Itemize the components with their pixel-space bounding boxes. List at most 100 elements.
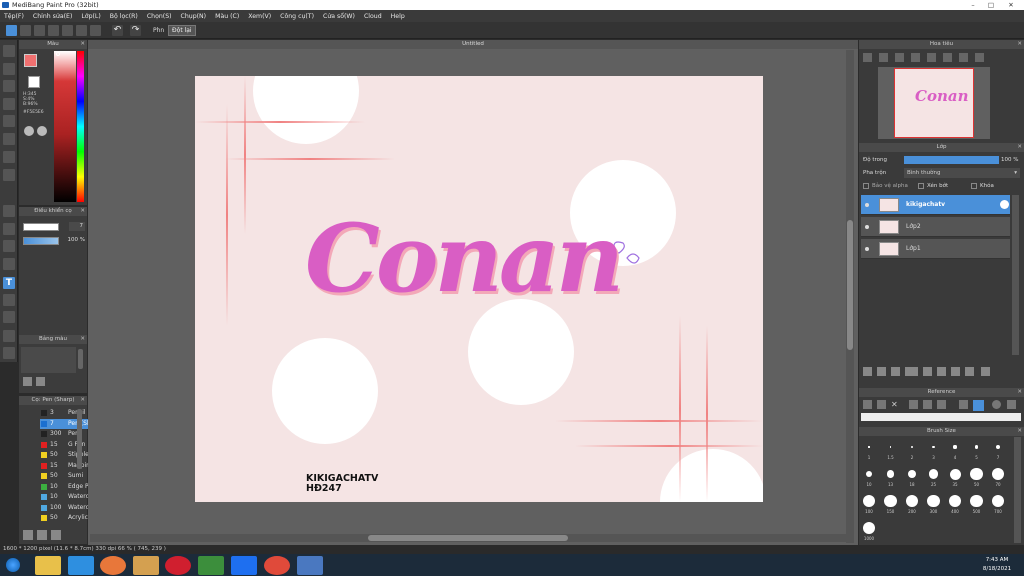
rotate-icon[interactable]	[992, 400, 1001, 409]
menu-layer[interactable]: Lớp(L)	[81, 13, 100, 20]
brush-size-dot[interactable]	[974, 445, 979, 449]
layer-row[interactable]: kikigachatv	[861, 195, 1010, 215]
layer-opacity-slider[interactable]	[904, 156, 999, 164]
select-pen-icon[interactable]	[3, 240, 15, 252]
eye-icon[interactable]	[865, 203, 869, 207]
brush-size-dot[interactable]	[928, 469, 939, 479]
brush-size-dot[interactable]	[953, 445, 957, 449]
color-list-scrollbar[interactable]	[78, 349, 83, 369]
select-eraser-icon[interactable]	[3, 258, 15, 270]
opera-icon[interactable]	[165, 556, 191, 575]
export-icon[interactable]	[62, 25, 73, 36]
gear-icon[interactable]	[1000, 200, 1009, 209]
fill-rect-icon[interactable]	[3, 133, 15, 145]
eraser-tool-icon[interactable]	[3, 63, 15, 75]
close-icon[interactable]: ✕	[1017, 143, 1022, 152]
duplicate-layer-icon[interactable]	[951, 367, 960, 376]
close-reference-icon[interactable]: ✕	[891, 400, 900, 409]
brush-size-dot[interactable]	[910, 445, 914, 449]
add-brush-icon[interactable]	[23, 530, 33, 540]
media-player-icon[interactable]	[133, 556, 159, 575]
lasso-tool-icon[interactable]	[3, 205, 15, 217]
eyedropper-icon[interactable]	[959, 400, 968, 409]
background-color-swatch[interactable]	[28, 76, 40, 88]
new-halftone-layer-icon[interactable]	[877, 367, 886, 376]
reference-image-area[interactable]	[861, 413, 1021, 421]
pen-tool-icon[interactable]	[3, 45, 15, 57]
magic-wand-icon[interactable]	[3, 223, 15, 235]
brush-size-dot[interactable]	[949, 468, 961, 480]
foreground-color-swatch[interactable]	[24, 54, 37, 67]
save-icon[interactable]	[48, 25, 59, 36]
minimize-button[interactable]: –	[966, 0, 980, 10]
bucket-tool-icon[interactable]	[3, 151, 15, 163]
internet-explorer-icon[interactable]	[68, 556, 94, 575]
navigator-viewport[interactable]: Conan	[894, 68, 974, 138]
delete-color-icon[interactable]	[36, 377, 45, 386]
menu-view[interactable]: Xem(V)	[248, 13, 271, 20]
navigator-preview[interactable]: Conan	[878, 67, 990, 139]
menu-snap[interactable]: Chụp(N)	[181, 13, 207, 20]
close-button[interactable]: ✕	[1004, 0, 1018, 10]
vertical-scroll-thumb[interactable]	[847, 220, 853, 350]
gradient-tool-icon[interactable]	[3, 169, 15, 181]
firefox-icon[interactable]	[100, 556, 126, 575]
menu-filter[interactable]: Bộ lọc(R)	[110, 13, 138, 20]
layer-type-icon[interactable]	[905, 367, 918, 376]
zoom-in-icon[interactable]	[863, 53, 872, 62]
fit-icon[interactable]	[895, 53, 904, 62]
reset-icon[interactable]	[975, 53, 984, 62]
delete-layer-icon[interactable]	[981, 367, 990, 376]
document-tab[interactable]: Untitled	[88, 40, 858, 49]
menu-help[interactable]: Help	[391, 13, 405, 20]
close-icon[interactable]: ✕	[80, 396, 85, 405]
brush-size-dot[interactable]	[932, 445, 935, 449]
hand-tool-icon[interactable]	[3, 347, 15, 359]
zoom-out-icon[interactable]	[879, 53, 888, 62]
menu-cloud[interactable]: Cloud	[364, 13, 382, 20]
close-icon[interactable]: ✕	[1017, 388, 1022, 397]
menu-tools[interactable]: Công cụ(T)	[280, 13, 314, 20]
open-folder-icon[interactable]	[877, 400, 886, 409]
file-explorer-icon[interactable]	[35, 556, 61, 575]
start-button-icon[interactable]	[6, 558, 20, 572]
close-icon[interactable]: ✕	[1017, 40, 1022, 49]
brush-size-dot[interactable]	[970, 494, 983, 508]
brush-size-dot[interactable]	[991, 467, 1005, 481]
chrome-icon[interactable]	[264, 556, 290, 575]
layers-scrollbar[interactable]	[1012, 195, 1019, 355]
undo-icon[interactable]: ↶	[112, 25, 123, 36]
move-tool-icon[interactable]	[3, 115, 15, 127]
snap-icon[interactable]	[90, 25, 101, 36]
upload-icon[interactable]	[863, 400, 872, 409]
brush-size-dot[interactable]	[948, 494, 962, 508]
rect-tool-icon[interactable]	[3, 80, 15, 92]
cloud-icon[interactable]	[34, 25, 45, 36]
brush-size-dot[interactable]	[905, 494, 919, 508]
color-list-area[interactable]	[21, 347, 76, 373]
blend-mode-select[interactable]: Bình thường ▾	[904, 168, 1020, 178]
protect-alpha-checkbox[interactable]	[863, 183, 869, 189]
divide-tool-icon[interactable]	[3, 311, 15, 323]
clock-date[interactable]: 8/18/2021	[972, 566, 1022, 572]
brush-size-dot[interactable]	[995, 444, 1001, 450]
brush-size-value[interactable]: 7	[69, 222, 85, 231]
hue-slider[interactable]	[77, 51, 84, 202]
medibang-taskbar-icon[interactable]	[297, 556, 323, 575]
brush-size-dot[interactable]	[884, 494, 897, 508]
add-color-icon[interactable]	[23, 377, 32, 386]
redo-icon[interactable]: ↷	[130, 25, 141, 36]
menu-select[interactable]: Chọn(S)	[147, 13, 172, 20]
fullscreen-icon[interactable]	[1007, 400, 1016, 409]
folder-icon[interactable]	[923, 367, 932, 376]
menu-file[interactable]: Tệp(F)	[4, 13, 24, 20]
brush-size-slider[interactable]	[23, 223, 59, 231]
color-cursor[interactable]	[56, 52, 60, 56]
brush-settings-icon[interactable]	[37, 530, 47, 540]
eye-icon[interactable]	[865, 247, 869, 251]
new-layer-icon[interactable]	[863, 367, 872, 376]
maximize-button[interactable]: □	[984, 0, 998, 10]
layer-row[interactable]: Lớp2	[861, 217, 1010, 237]
eyedropper-icon[interactable]	[3, 330, 15, 342]
zalo-icon[interactable]	[231, 556, 257, 575]
